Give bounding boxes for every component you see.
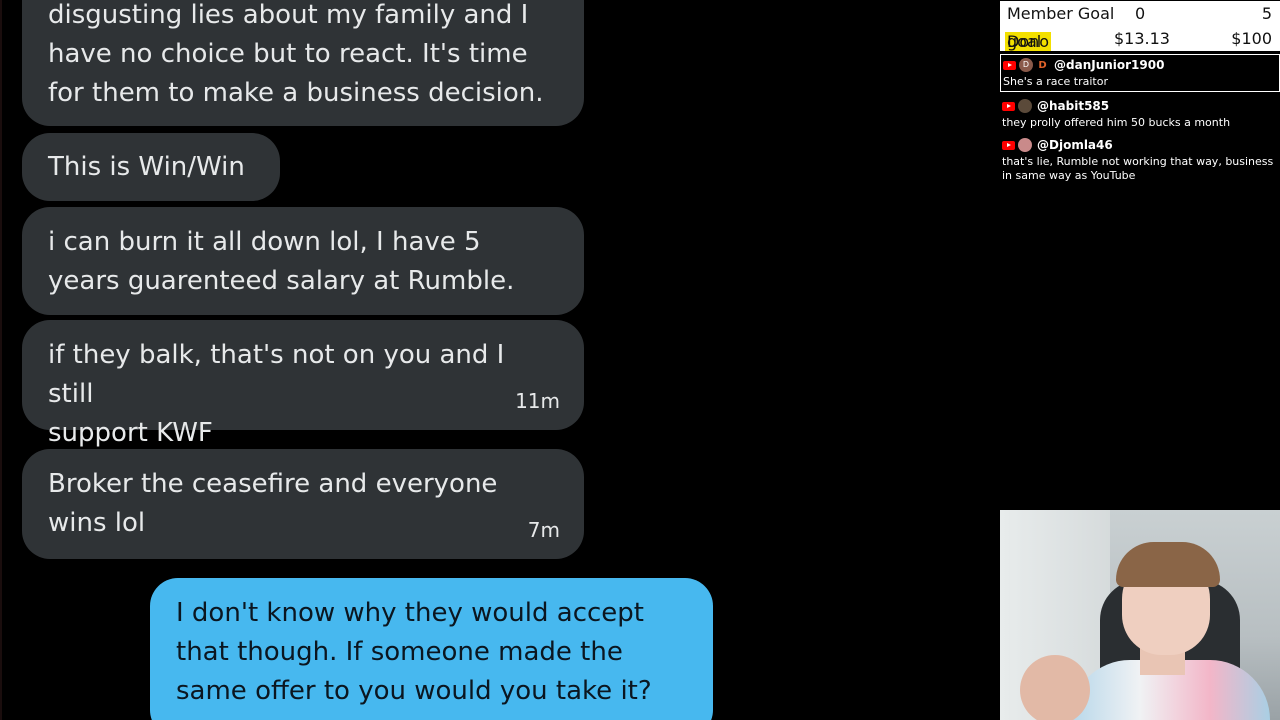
message-timestamp: 7m: [527, 518, 560, 542]
stream-overlay: Member Goal 0 5 Dono goal $13.13 $100 D …: [1000, 0, 1280, 190]
dono-goal-target: $100: [1231, 29, 1272, 48]
message-text: This is Win/Win: [48, 152, 245, 182]
member-badge-icon: Ⅾ: [1038, 59, 1047, 71]
dm-conversation: disgusting lies about my family and I ha…: [0, 0, 1000, 720]
chat-username: @habit585: [1037, 99, 1110, 113]
live-chat-message: D Ⅾ @danJunior1900 She's a race traitor: [1000, 54, 1280, 92]
avatar: [1018, 99, 1032, 113]
chat-message-text: She's a race traitor: [1003, 75, 1108, 88]
youtube-icon: [1003, 60, 1016, 70]
message-text: Broker the ceasefire and everyone wins l…: [48, 469, 498, 538]
incoming-message-bubble[interactable]: i can burn it all down lol, I have 5 yea…: [22, 207, 584, 315]
message-text: disgusting lies about my family and I ha…: [48, 0, 544, 108]
message-text: i can burn it all down lol, I have 5 yea…: [48, 227, 515, 296]
youtube-icon: [1002, 140, 1015, 150]
message-timestamp: 11m: [515, 389, 560, 413]
message-text: I don't know why they would accept that …: [176, 598, 652, 706]
member-goal-target: 5: [1261, 4, 1272, 23]
chat-message-text: that's lie, Rumble not working that way,…: [1002, 155, 1274, 182]
chat-message-header: @habit585: [1000, 96, 1280, 116]
webcam-hair: [1116, 542, 1220, 587]
member-goal-current: 0: [1135, 4, 1146, 23]
incoming-message-bubble[interactable]: if they balk, that's not on you and I st…: [22, 320, 584, 448]
dono-goal-label-rest: goal: [1007, 32, 1042, 51]
webcam-hand: [1020, 655, 1090, 720]
message-text: if they balk, that's not on you and I st…: [48, 340, 505, 448]
chat-message-text: they prolly offered him 50 bucks a month: [1002, 116, 1231, 129]
divider: [0, 0, 2, 720]
chat-message-header: @Djomla46: [1000, 135, 1280, 155]
live-chat-message: @habit585 they prolly offered him 50 buc…: [1000, 96, 1280, 130]
chat-username: @Djomla46: [1037, 138, 1113, 152]
youtube-icon: [1002, 101, 1015, 111]
avatar: [1018, 138, 1032, 152]
dono-goal-current: $13.13: [1114, 29, 1170, 48]
avatar: D: [1019, 58, 1033, 72]
live-chat-message: @Djomla46 that's lie, Rumble not working…: [1000, 135, 1280, 183]
dono-goal-row: Dono goal $13.13 $100: [1000, 26, 1280, 51]
chat-username: @danJunior1900: [1054, 58, 1165, 72]
incoming-message-bubble[interactable]: Broker the ceasefire and everyone wins l…: [22, 449, 584, 559]
incoming-message-bubble[interactable]: This is Win/Win: [22, 133, 280, 201]
member-goal-label: Member Goal: [1007, 4, 1115, 23]
chat-message-header: D Ⅾ @danJunior1900: [1001, 55, 1279, 75]
member-goal-row: Member Goal 0 5: [1000, 1, 1280, 26]
outgoing-message-bubble[interactable]: I don't know why they would accept that …: [150, 578, 713, 720]
webcam-feed: [1000, 510, 1280, 720]
incoming-message-bubble[interactable]: disgusting lies about my family and I ha…: [22, 0, 584, 126]
